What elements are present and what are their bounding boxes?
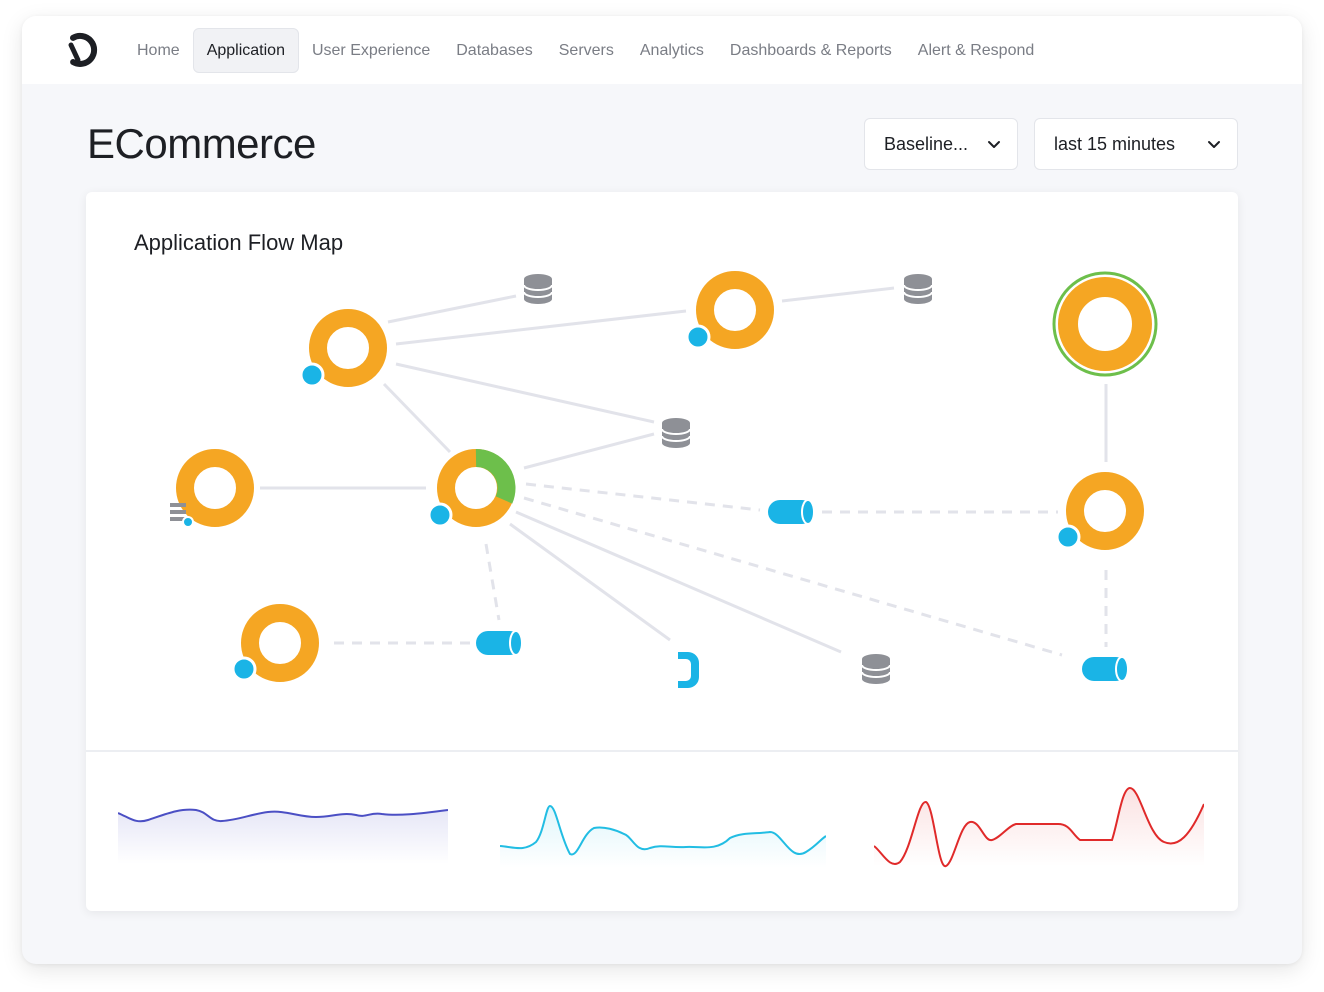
tier-node[interactable]: [685, 271, 774, 350]
message-queue-icon[interactable]: [767, 499, 815, 525]
nav-servers[interactable]: Servers: [546, 28, 627, 73]
sparkline-cyan: [500, 804, 826, 868]
logo-icon[interactable]: [62, 32, 98, 68]
solid-connections: [260, 286, 1108, 654]
nav-dashboards-reports[interactable]: Dashboards & Reports: [717, 28, 905, 73]
flow-map-card: Application Flow Map: [86, 192, 1238, 911]
baseline-select[interactable]: Baseline...: [864, 118, 1018, 170]
card-divider: [86, 750, 1238, 752]
remote-service-icon[interactable]: [678, 652, 699, 688]
time-range-select[interactable]: last 15 minutes: [1034, 118, 1238, 170]
page-title: ECommerce: [87, 120, 316, 167]
tier-node[interactable]: [1055, 472, 1144, 550]
nav-user-experience[interactable]: User Experience: [299, 28, 443, 73]
database-icon[interactable]: [903, 273, 933, 305]
database-icon[interactable]: [661, 417, 691, 449]
chevron-down-icon: [988, 141, 1000, 148]
nav-analytics[interactable]: Analytics: [627, 28, 717, 73]
tier-node[interactable]: [231, 604, 319, 682]
nav-home[interactable]: Home: [124, 28, 193, 73]
database-icon[interactable]: [861, 653, 891, 685]
application-flow-map[interactable]: [86, 192, 1238, 750]
tier-node[interactable]: [170, 449, 254, 528]
top-navigation: Home Application User Experience Databas…: [22, 16, 1302, 84]
app-window: Home Application User Experience Databas…: [22, 16, 1302, 964]
baseline-select-value: Baseline...: [884, 133, 969, 154]
sparkline-purple: [118, 808, 448, 864]
nav-application[interactable]: Application: [192, 28, 299, 73]
message-queue-icon[interactable]: [475, 630, 523, 656]
chevron-down-icon: [1208, 141, 1220, 148]
message-queue-icon[interactable]: [1081, 656, 1129, 682]
database-icon[interactable]: [523, 273, 553, 305]
nav-alert-respond[interactable]: Alert & Respond: [905, 28, 1048, 73]
sparkline-red: [874, 786, 1204, 868]
nav-items: Home Application User Experience Databas…: [124, 28, 1047, 73]
tier-node-mixed-health[interactable]: [427, 449, 516, 528]
tier-node[interactable]: [299, 309, 387, 388]
time-range-select-value: last 15 minutes: [1054, 133, 1176, 154]
tier-node-healthy[interactable]: [1052, 271, 1158, 377]
nav-databases[interactable]: Databases: [443, 28, 546, 73]
